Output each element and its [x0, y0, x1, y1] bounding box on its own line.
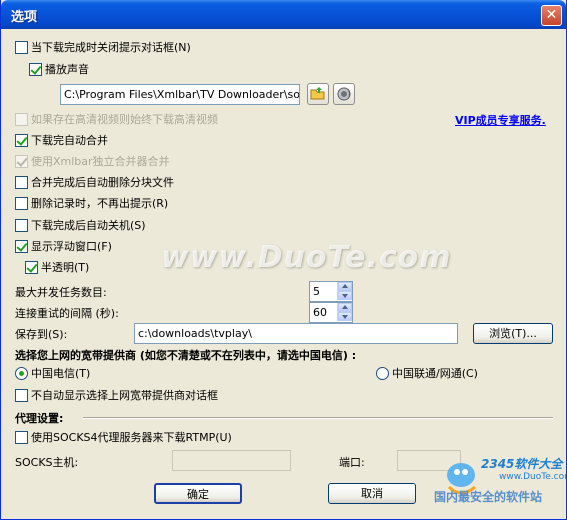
proxy-heading: 代理设置:: [15, 412, 64, 425]
hd-video-option: 如果存在高清视频则始终下载高清视频: [15, 111, 218, 127]
close-prompt-option[interactable]: 当下载完成时关闭提示对话框(N): [15, 39, 191, 55]
isp-unicom-label: 中国联通/网通(C): [392, 367, 478, 380]
show-float-label: 显示浮动窗口(F): [31, 240, 112, 253]
auto-merge-label: 下载完自动合并: [31, 134, 108, 147]
browse-sound-button[interactable]: [307, 83, 329, 105]
play-sound-label: 播放声音: [45, 63, 89, 76]
play-sound-option[interactable]: 播放声音: [29, 61, 89, 77]
max-tasks-label: 最大并发任务数目:: [15, 286, 107, 299]
speaker-icon: [337, 87, 351, 101]
logo-slogan-text: 国内最安全的软件站: [434, 490, 543, 504]
save-to-label: 保存到(S):: [15, 328, 68, 341]
no-delete-prompt-label: 删除记录时，不再出提示(R): [31, 197, 169, 210]
isp-unicom-option[interactable]: 中国联通/网通(C): [376, 365, 478, 381]
browse-button[interactable]: 浏览(T)...: [473, 323, 553, 344]
site-watermark: www.DuoTe.com: [161, 240, 452, 275]
save-path-input[interactable]: c:\downloads\tvplay\: [134, 323, 458, 344]
logo-site-text: www.DuoTe.com: [499, 472, 567, 482]
use-merger-checkbox: [15, 154, 28, 168]
title-bar[interactable]: 选项 ✕: [1, 0, 566, 29]
use-socks-option[interactable]: 使用SOCKS4代理服务器来下载RTMP(U): [15, 429, 232, 445]
socks-host-input[interactable]: [172, 450, 291, 471]
isp-unicom-radio[interactable]: [376, 366, 389, 380]
delete-parts-checkbox[interactable]: [15, 175, 28, 189]
semi-transparent-checkbox[interactable]: [25, 260, 38, 274]
max-tasks-stepper[interactable]: [337, 282, 352, 300]
spin-down-icon[interactable]: [338, 312, 352, 321]
spin-down-icon[interactable]: [338, 291, 352, 300]
auto-shutdown-option[interactable]: 下载完成后自动关机(S): [15, 217, 146, 233]
auto-merge-checkbox[interactable]: [15, 133, 28, 147]
retry-interval-label: 连接重试的间隔 (秒):: [15, 307, 119, 320]
socks-port-label: 端口:: [339, 456, 365, 469]
proxy-divider: [83, 417, 553, 419]
spin-up-icon[interactable]: [338, 282, 352, 291]
isp-telecom-label: 中国电信(T): [31, 367, 91, 380]
hd-video-checkbox: [15, 112, 28, 126]
delete-parts-option[interactable]: 合并完成后自动删除分块文件: [15, 174, 174, 190]
isp-no-auto-checkbox[interactable]: [15, 388, 28, 402]
play-sound-checkbox[interactable]: [29, 62, 42, 76]
close-prompt-label: 当下载完成时关闭提示对话框(N): [31, 41, 191, 54]
socks-host-label: SOCKS主机:: [15, 456, 79, 469]
use-merger-label: 使用Xmlbar独立合并器合并: [31, 155, 170, 168]
isp-telecom-radio[interactable]: [15, 366, 28, 380]
sound-path-input[interactable]: C:\Program Files\Xmlbar\TV Downloader\so…: [60, 84, 300, 105]
folder-icon: [310, 87, 325, 100]
auto-shutdown-label: 下载完成后自动关机(S): [31, 219, 146, 232]
window-title: 选项: [11, 10, 38, 25]
close-prompt-checkbox[interactable]: [15, 40, 28, 54]
spin-up-icon[interactable]: [338, 303, 352, 312]
vip-service-link[interactable]: VIP成员专享服务.: [455, 112, 546, 128]
hd-video-label: 如果存在高清视频则始终下载高清视频: [31, 113, 218, 126]
no-delete-prompt-option[interactable]: 删除记录时，不再出提示(R): [15, 195, 168, 211]
close-button[interactable]: ✕: [541, 5, 562, 26]
isp-heading: 选择您上网的宽带提供商 (如您不清楚或不在列表中，请选中国电信) :: [15, 349, 357, 362]
show-float-option[interactable]: 显示浮动窗口(F): [15, 238, 112, 254]
auto-merge-option[interactable]: 下载完自动合并: [15, 132, 108, 148]
auto-shutdown-checkbox[interactable]: [15, 218, 28, 232]
options-dialog: 选项 ✕ 当下载完成时关闭提示对话框(N) 播放声音 C:\Program Fi…: [0, 0, 567, 520]
ok-button[interactable]: 确定: [154, 483, 242, 504]
semi-transparent-label: 半透明(T): [41, 261, 90, 274]
use-socks-label: 使用SOCKS4代理服务器来下载RTMP(U): [31, 431, 232, 444]
isp-telecom-option[interactable]: 中国电信(T): [15, 365, 90, 381]
use-socks-checkbox[interactable]: [15, 430, 28, 444]
semi-transparent-option[interactable]: 半透明(T): [25, 259, 89, 275]
close-icon: ✕: [545, 7, 558, 23]
cancel-button[interactable]: 取消: [328, 483, 416, 504]
delete-parts-label: 合并完成后自动删除分块文件: [31, 176, 174, 189]
logo-brand-text: 2345软件大全: [481, 457, 563, 471]
no-delete-prompt-checkbox[interactable]: [15, 196, 28, 210]
isp-no-auto-label: 不自动显示选择上网宽带提供商对话框: [31, 389, 218, 402]
isp-no-auto-option[interactable]: 不自动显示选择上网宽带提供商对话框: [15, 387, 218, 403]
use-merger-option: 使用Xmlbar独立合并器合并: [15, 153, 170, 169]
retry-interval-stepper[interactable]: [337, 303, 352, 321]
show-float-checkbox[interactable]: [15, 239, 28, 253]
play-sound-button[interactable]: [333, 83, 355, 105]
